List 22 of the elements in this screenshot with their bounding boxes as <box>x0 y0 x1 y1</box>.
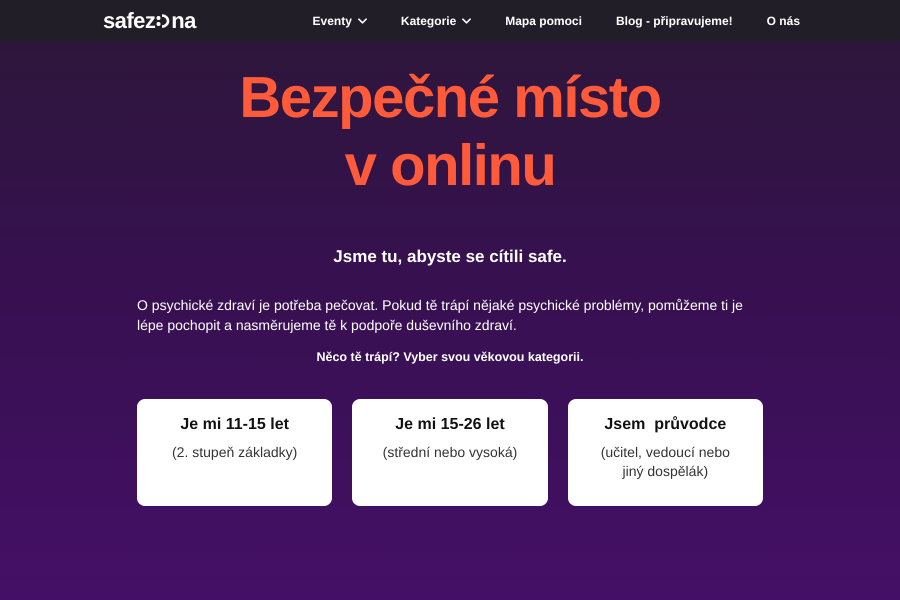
category-title: Je mi 11-15 let <box>180 415 289 435</box>
smile-logo-icon <box>156 12 170 28</box>
intro-paragraph: O psychické zdraví je potřeba pečovat. Pokud tě trápí nějaké psychické problémy, pomůžeme ti je lépe pochopit a nasměrujeme tě k podpoře duševního zdraví. <box>137 296 744 335</box>
category-title: Jsem průvodce <box>604 415 726 435</box>
category-detail: (2. stupeň základky) <box>172 443 298 462</box>
chevron-down-icon <box>462 18 472 24</box>
nav-link[interactable]: Blog - připravujeme! <box>616 12 733 30</box>
nav-link[interactable]: Kategorie <box>400 12 472 30</box>
category-detail: (střední nebo vysoká) <box>382 443 518 462</box>
hero-subtitle: Jsme tu, abyste se cítili safe. <box>333 246 567 268</box>
age-category-card[interactable]: Je mi 15-26 let (střední nebo vysoká) <box>352 399 548 506</box>
age-category-card[interactable]: Jsem průvodce (učitel, vedoucí nebo jiný dospělák) <box>568 399 763 506</box>
category-detail: (učitel, vedoucí nebo jiný dospělák) <box>600 443 731 481</box>
category-title: Je mi 15-26 let <box>395 415 505 435</box>
chevron-down-icon <box>358 18 367 24</box>
nav-link[interactable]: O nás <box>766 12 800 30</box>
nav-link[interactable]: Eventy <box>312 12 367 30</box>
hero-title: Bezpečné místo v onlinu <box>239 64 661 200</box>
category-prompt: Něco tě trápí? Vyber svou věkovou kategorii. <box>316 349 584 366</box>
site-logo[interactable]: safez na <box>103 10 196 32</box>
nav-link[interactable]: Mapa pomoci <box>505 12 582 30</box>
age-category-card[interactable]: Je mi 11-15 let (2. stupeň základky) <box>137 399 332 506</box>
